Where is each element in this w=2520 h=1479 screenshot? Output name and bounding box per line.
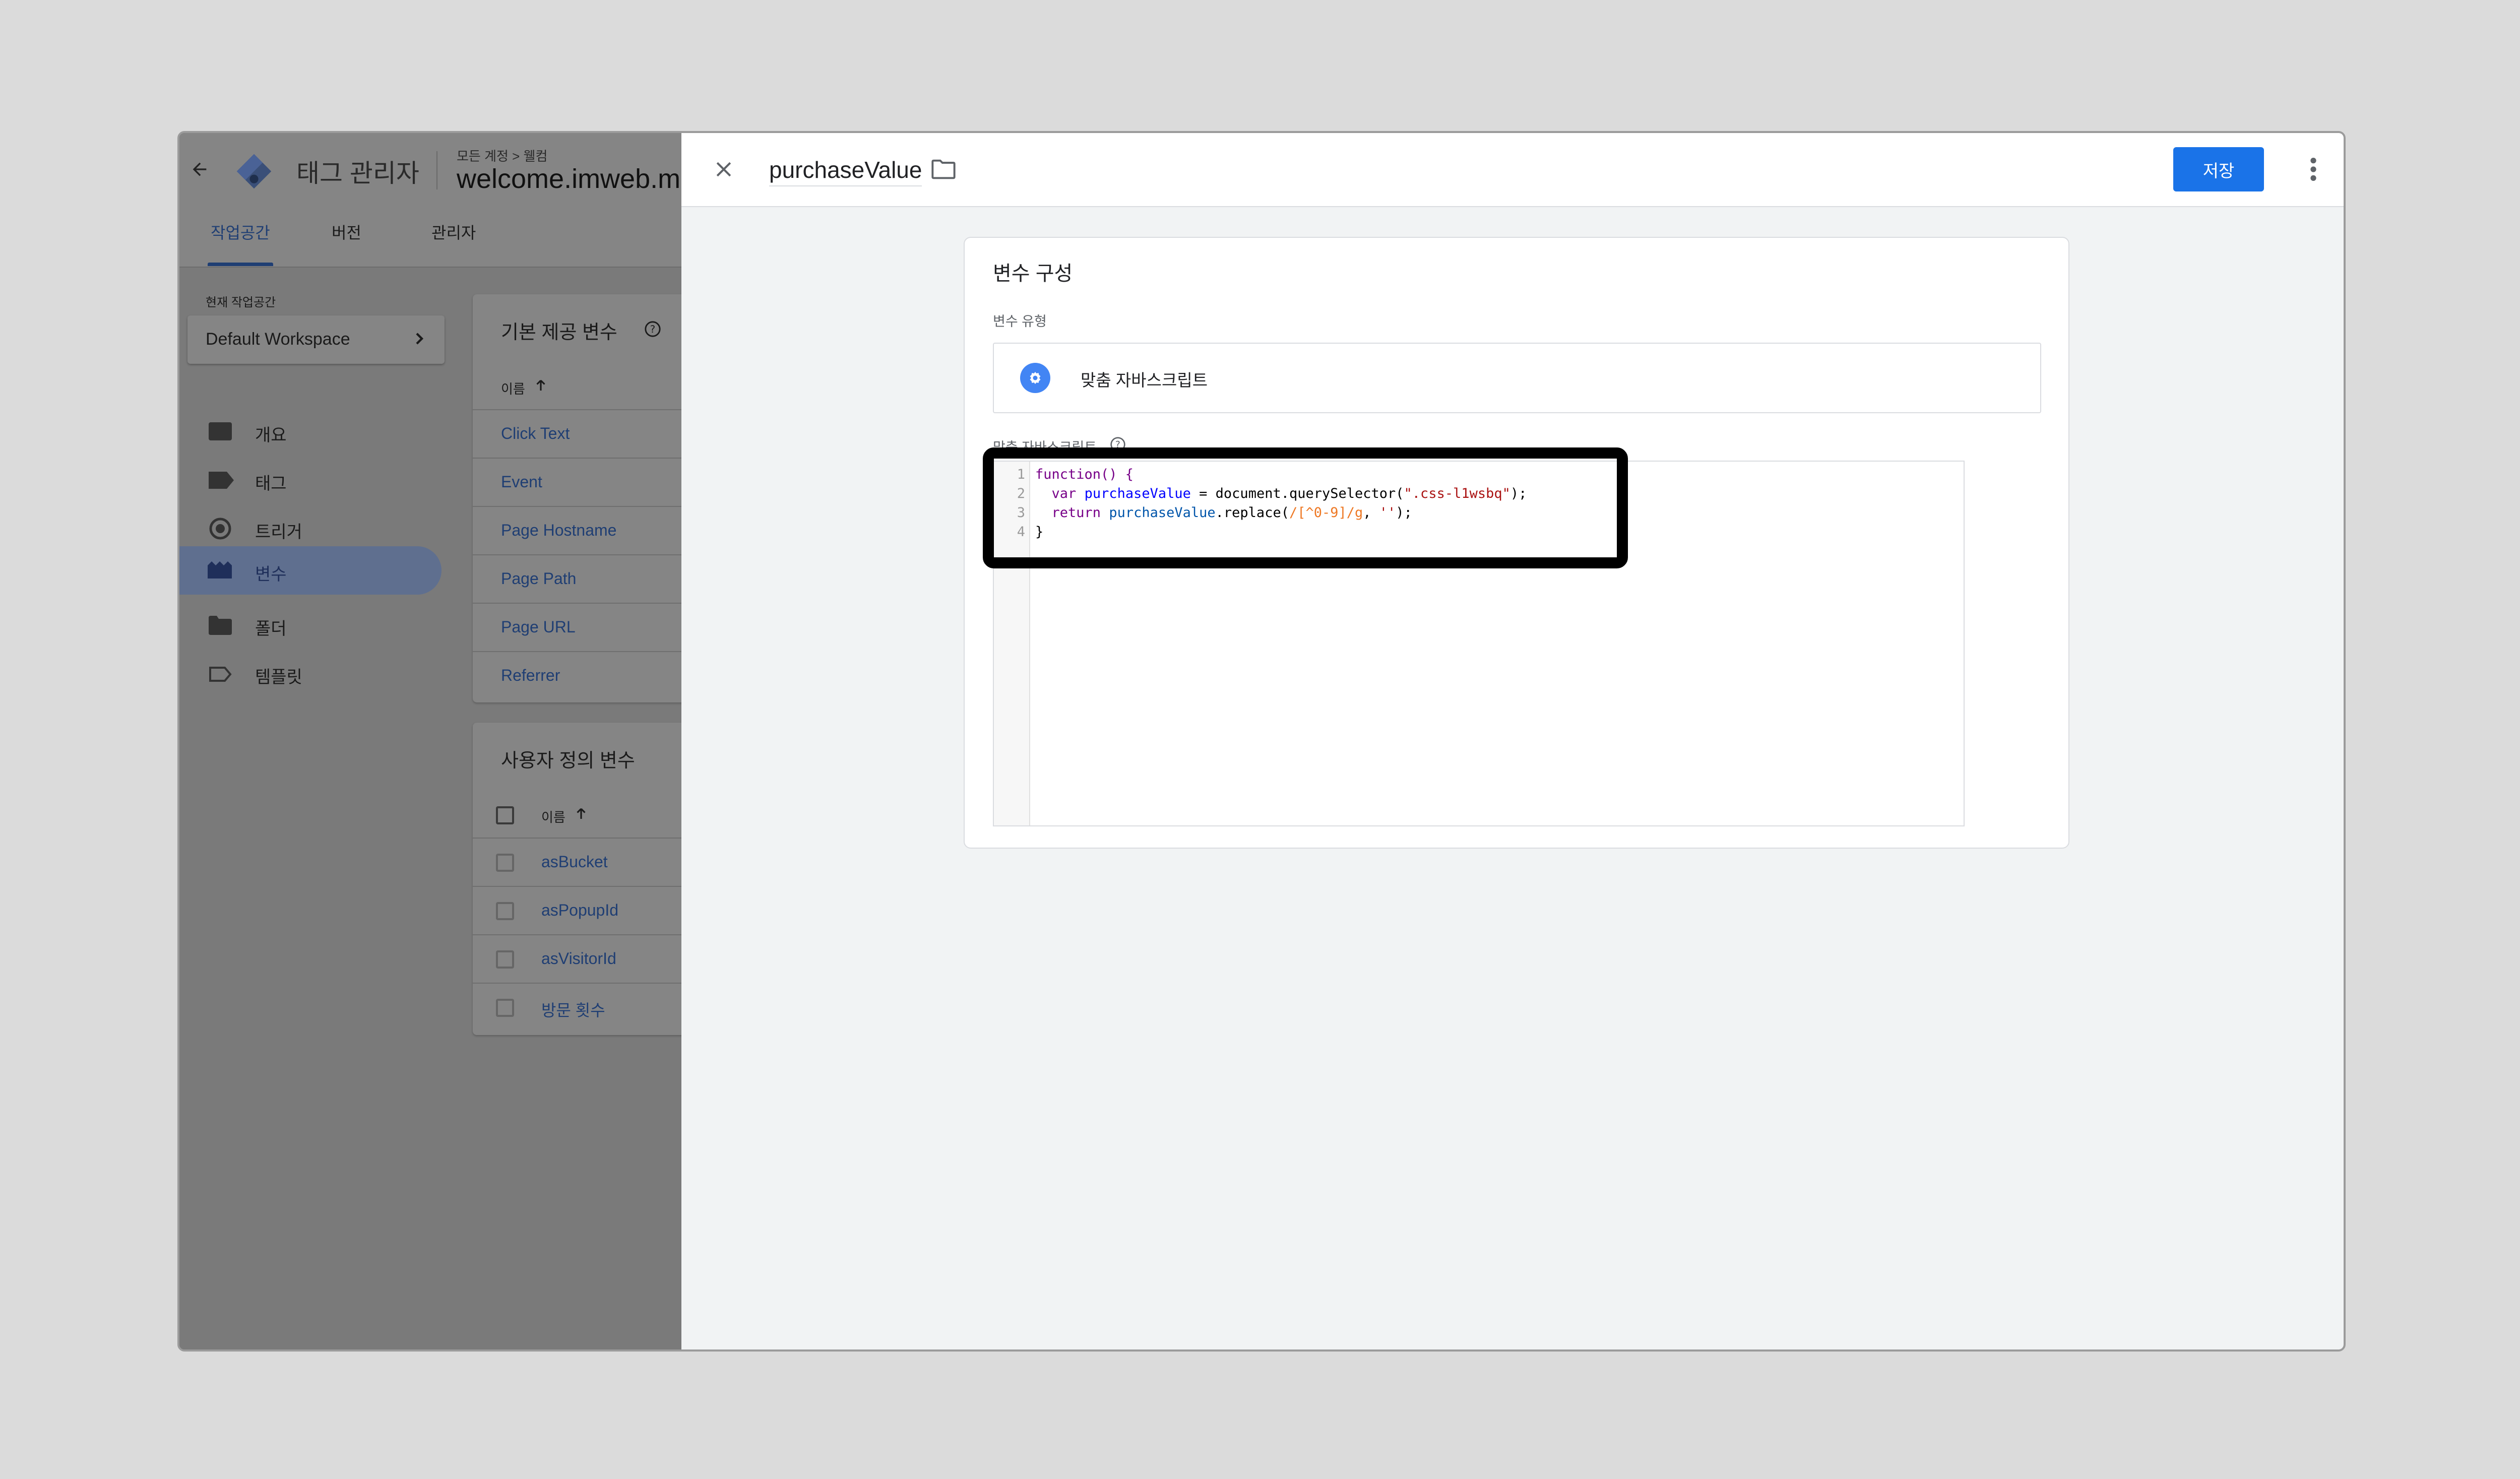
sidebar-item-templates[interactable]: 템플릿 — [179, 649, 442, 697]
variable-name-input[interactable]: purchaseValue — [769, 156, 922, 186]
save-button[interactable]: 저장 — [2173, 147, 2264, 191]
column-header-name[interactable]: 이름 — [501, 379, 525, 398]
variable-link[interactable]: asPopupId — [541, 901, 618, 920]
builtin-variables-card: 기본 제공 변수 ? 이름 Click Text Event Page Host… — [473, 294, 705, 702]
app-title: 태그 관리자 — [296, 159, 419, 187]
folder-icon[interactable] — [930, 158, 957, 183]
variable-link[interactable]: Event — [501, 473, 542, 491]
user-defined-variables-card: 사용자 정의 변수 이름 asBucket asPopupId asVisito… — [473, 723, 705, 1035]
variables-icon — [208, 561, 232, 581]
row-checkbox[interactable] — [496, 950, 514, 969]
variable-type-label: 변수 유형 — [993, 314, 1047, 329]
variable-link[interactable]: Page Path — [501, 569, 576, 588]
builtin-variables-title: 기본 제공 변수 — [501, 322, 617, 343]
container-name[interactable]: welcome.imweb.m — [457, 163, 680, 195]
sort-up-icon[interactable] — [574, 806, 589, 824]
header-divider — [436, 151, 437, 189]
back-arrow-icon[interactable] — [190, 159, 210, 179]
panel-header: purchaseValue 저장 — [681, 133, 2344, 207]
table-row[interactable]: asBucket — [473, 838, 705, 887]
variable-link[interactable]: Page Hostname — [501, 521, 616, 540]
browser-window: 태그 관리자 모든 계정 > 웰컴 welcome.imweb.m 작업공간 버… — [177, 131, 2346, 1352]
variable-editor-panel: purchaseValue 저장 변수 구성 변수 유형 맞춤 자바스크립트 맞… — [681, 133, 2344, 1349]
workspace-name: Default Workspace — [206, 330, 350, 349]
row-checkbox[interactable] — [496, 902, 514, 920]
trigger-icon — [209, 517, 232, 543]
sidebar-item-variables[interactable]: 변수 — [179, 546, 442, 595]
variable-link[interactable]: Referrer — [501, 666, 560, 685]
code-highlight-box — [983, 447, 1628, 568]
variable-type-selector[interactable]: 맞춤 자바스크립트 — [993, 343, 2041, 413]
select-all-checkbox[interactable] — [496, 806, 514, 824]
variable-type-value: 맞춤 자바스크립트 — [1081, 371, 1208, 390]
sidebar-item-overview[interactable]: 개요 — [179, 407, 442, 456]
workspace-selector[interactable]: Default Workspace — [187, 315, 445, 364]
sidebar-item-label: 개요 — [255, 426, 287, 445]
gtm-logo-icon — [235, 152, 273, 190]
chevron-right-icon — [409, 329, 429, 351]
tab-active-indicator — [208, 263, 273, 266]
sidebar-item-tags[interactable]: 태그 — [179, 456, 442, 504]
variable-link[interactable]: 방문 횟수 — [541, 998, 605, 1021]
sidebar-item-label: 폴더 — [255, 619, 287, 638]
variable-link[interactable]: asVisitorId — [541, 949, 616, 968]
workspace-label: 현재 작업공간 — [206, 296, 276, 309]
table-row[interactable]: 방문 횟수 — [473, 983, 705, 1032]
table-row[interactable]: Page URL — [473, 603, 705, 652]
row-checkbox[interactable] — [496, 854, 514, 872]
variable-link[interactable]: asBucket — [541, 853, 608, 871]
folder-icon — [209, 616, 232, 637]
tag-manager-app: 태그 관리자 모든 계정 > 웰컴 welcome.imweb.m 작업공간 버… — [179, 133, 705, 1349]
tag-icon — [209, 472, 234, 491]
breadcrumb[interactable]: 모든 계정 > 웰컴 — [457, 146, 547, 165]
config-title: 변수 구성 — [993, 263, 1073, 285]
sidebar-item-triggers[interactable]: 트리거 — [179, 504, 442, 552]
sidebar-item-label: 태그 — [255, 474, 287, 493]
close-icon[interactable] — [713, 158, 735, 183]
tab-versions[interactable]: 버전 — [332, 220, 361, 243]
help-icon[interactable]: ? — [644, 320, 661, 340]
tab-admin[interactable]: 관리자 — [431, 220, 476, 243]
svg-text:?: ? — [650, 324, 656, 335]
gear-icon — [1020, 363, 1050, 396]
app-header: 태그 관리자 모든 계정 > 웰컴 welcome.imweb.m — [179, 133, 683, 206]
row-checkbox[interactable] — [496, 999, 514, 1017]
overview-icon — [209, 422, 232, 440]
table-row[interactable]: Event — [473, 458, 705, 507]
sidebar-item-label: 템플릿 — [255, 668, 302, 687]
more-vert-icon[interactable] — [2308, 156, 2318, 185]
user-defined-variables-title: 사용자 정의 변수 — [501, 750, 635, 771]
variable-link[interactable]: Page URL — [501, 618, 576, 636]
variable-link[interactable]: Click Text — [501, 424, 570, 443]
table-row[interactable]: Referrer — [473, 651, 705, 700]
workspace-tabs: 작업공간 버전 관리자 — [179, 206, 683, 268]
sort-up-icon[interactable] — [533, 378, 548, 396]
table-row[interactable]: asPopupId — [473, 886, 705, 935]
table-row[interactable]: Page Path — [473, 554, 705, 604]
template-icon — [209, 666, 232, 685]
table-row[interactable]: asVisitorId — [473, 934, 705, 984]
table-row[interactable]: Click Text — [473, 409, 705, 459]
column-header-name[interactable]: 이름 — [541, 807, 565, 826]
sidebar-item-folders[interactable]: 폴더 — [179, 601, 442, 649]
sidebar-item-label: 트리거 — [255, 523, 302, 542]
sidebar-item-label: 변수 — [255, 565, 287, 584]
table-row[interactable]: Page Hostname — [473, 506, 705, 555]
tab-workspace[interactable]: 작업공간 — [211, 220, 270, 243]
